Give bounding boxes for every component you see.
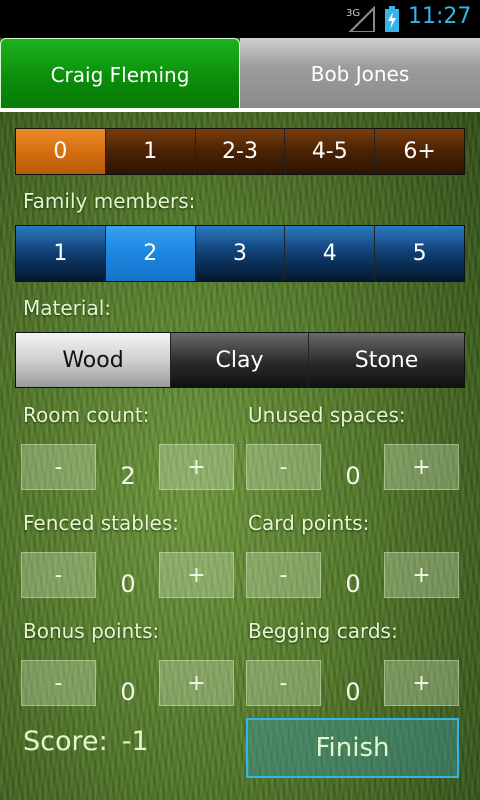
family-option-4[interactable]: 4 [285,226,376,281]
signal-3g-icon: 3G [346,6,375,32]
room-count-minus-button[interactable]: - [21,444,96,490]
room-count-plus-button[interactable]: + [159,444,234,490]
fenced-stables-minus-button[interactable]: - [21,552,96,598]
card-points-plus-button[interactable]: + [384,552,459,598]
svg-text:3G: 3G [346,8,360,19]
material-option-wood[interactable]: Wood [16,333,171,387]
fenced-stables-label: Fenced stables: [23,511,179,535]
age-option-4-5[interactable]: 4-5 [285,129,376,174]
unused-spaces-value: 0 [345,462,361,490]
age-option-2-3[interactable]: 2-3 [195,129,286,174]
family-option-1[interactable]: 1 [16,226,106,281]
material-option-clay[interactable]: Clay [171,333,309,387]
age-option-1[interactable]: 1 [105,129,196,174]
age-selector: 0 1 2-3 4-5 6+ [15,128,465,175]
clock: 11:27 [408,4,472,29]
card-points-minus-button[interactable]: - [246,552,321,598]
tab-player-craig-fleming[interactable]: Craig Fleming [0,38,240,112]
age-option-0[interactable]: 0 [16,129,106,174]
battery-charging-icon [385,6,399,32]
begging-cards-minus-button[interactable]: - [246,660,321,706]
status-bar: 3G 11:27 [0,0,480,38]
family-option-3[interactable]: 3 [195,226,286,281]
room-count-value: 2 [120,462,136,490]
begging-cards-plus-button[interactable]: + [384,660,459,706]
tab-underline [0,108,480,112]
family-option-5[interactable]: 5 [375,226,464,281]
unused-spaces-label: Unused spaces: [248,403,406,427]
tab-player-bob-jones[interactable]: Bob Jones [240,38,480,112]
unused-spaces-minus-button[interactable]: - [246,444,321,490]
age-option-6-plus[interactable]: 6+ [375,129,464,174]
family-members-label: Family members: [23,189,196,213]
bonus-points-plus-button[interactable]: + [159,660,234,706]
score-display: Score: -1 [23,726,149,757]
score-value: -1 [121,726,149,757]
finish-button[interactable]: Finish [246,718,459,778]
card-points-label: Card points: [248,511,370,535]
begging-cards-label: Begging cards: [248,619,398,643]
score-label: Score: [23,726,108,757]
family-option-2[interactable]: 2 [105,226,196,281]
player-tabs: Craig Fleming Bob Jones [0,38,480,112]
family-members-selector: 1 2 3 4 5 [15,225,465,282]
material-label: Material: [23,296,111,320]
fenced-stables-plus-button[interactable]: + [159,552,234,598]
card-points-value: 0 [345,570,361,598]
room-count-label: Room count: [23,403,150,427]
begging-cards-value: 0 [345,678,361,706]
material-selector: Wood Clay Stone [15,332,465,388]
bonus-points-label: Bonus points: [23,619,160,643]
material-option-stone[interactable]: Stone [309,333,464,387]
unused-spaces-plus-button[interactable]: + [384,444,459,490]
bonus-points-minus-button[interactable]: - [21,660,96,706]
bonus-points-value: 0 [120,678,136,706]
fenced-stables-value: 0 [120,570,136,598]
